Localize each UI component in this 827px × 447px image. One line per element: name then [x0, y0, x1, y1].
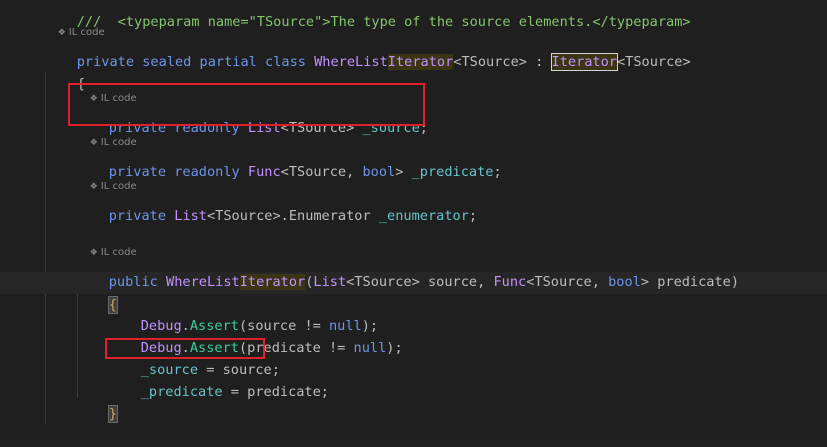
class-generic: <TSource> — [453, 54, 527, 70]
keyword-private: private — [76, 54, 135, 70]
base-class-name[interactable]: Iterator — [550, 53, 619, 71]
field-enumerator-line[interactable]: private List<TSource>.Enumerator _enumer… — [76, 183, 477, 224]
param1-name: source, — [419, 274, 494, 290]
assign-rest: = predicate; — [222, 384, 329, 400]
param1-generic: <TSource> — [346, 274, 420, 290]
class-colon: : — [526, 54, 552, 70]
field-predicate-line[interactable]: private readonly Func<TSource, bool> _pr… — [76, 139, 502, 180]
il-code-hint[interactable]: ❖ IL code — [77, 232, 137, 258]
class-name-highlight[interactable]: Iterator — [387, 54, 454, 70]
ctor-close-brace: } — [107, 405, 118, 423]
annotation-box-assign-source — [105, 338, 265, 359]
param2-generic: <TSource, — [526, 274, 609, 290]
field-name[interactable]: _predicate — [412, 164, 494, 180]
annotation-box-field-source — [68, 83, 425, 126]
body-line-assert-predicate[interactable]: Debug.Assert(predicate != null); — [108, 315, 403, 356]
class-open-brace-line: { — [44, 51, 85, 92]
indent-guide — [45, 72, 46, 424]
class-name-prefix[interactable]: WhereList — [314, 54, 388, 70]
field-type[interactable]: Func — [248, 164, 281, 180]
field-modifiers: private — [108, 208, 167, 224]
constructor-signature-line[interactable]: public WhereListIterator(List<TSource> s… — [76, 249, 739, 290]
keyword-class: class — [265, 54, 306, 70]
class-declaration-line[interactable]: private sealed partial class WhereListIt… — [44, 29, 691, 71]
keyword-sealed: sealed — [142, 54, 192, 70]
assert-args-end: ); — [386, 340, 403, 356]
ctor-name-highlight[interactable]: Iterator — [239, 274, 306, 290]
field-generic-end: > — [395, 164, 404, 180]
param1-type[interactable]: List — [313, 274, 346, 290]
field-generic: <TSource, — [280, 164, 363, 180]
param2-name: > predicate) — [640, 274, 740, 290]
keyword-partial: partial — [199, 54, 257, 70]
keyword-null: null — [353, 340, 387, 356]
il-code-hint[interactable]: ❖ IL code — [77, 166, 137, 192]
ctor-close-brace-line[interactable]: } — [76, 381, 118, 423]
field-generic: <TSource>.Enumerator — [206, 208, 371, 224]
doc-comment-text: /// <typeparam name="TSource">The type o… — [76, 14, 691, 30]
il-code-hint[interactable]: ❖ IL code — [45, 12, 105, 38]
keyword-bool: bool — [362, 164, 396, 180]
field-type[interactable]: List — [174, 208, 207, 224]
keyword-bool: bool — [608, 274, 641, 290]
field-semicolon: ; — [493, 164, 502, 180]
ctor-open-brace-line[interactable]: { — [76, 272, 118, 314]
body-line-assert-source[interactable]: Debug.Assert(source != null); — [108, 293, 378, 334]
param2-type[interactable]: Func — [493, 274, 526, 290]
field-semicolon: ; — [468, 208, 478, 224]
body-line-assign-predicate[interactable]: _predicate = predicate; — [108, 359, 329, 400]
doc-comment-line: /// <typeparam name="TSource">The type o… — [44, 0, 691, 30]
code-editor[interactable]: /// <typeparam name="TSource">The type o… — [0, 0, 827, 424]
assign-field[interactable]: _predicate — [141, 384, 223, 400]
base-class-generic: <TSource> — [617, 54, 691, 70]
field-name[interactable]: _enumerator — [379, 208, 469, 224]
ctor-name-prefix[interactable]: WhereList — [166, 274, 240, 290]
